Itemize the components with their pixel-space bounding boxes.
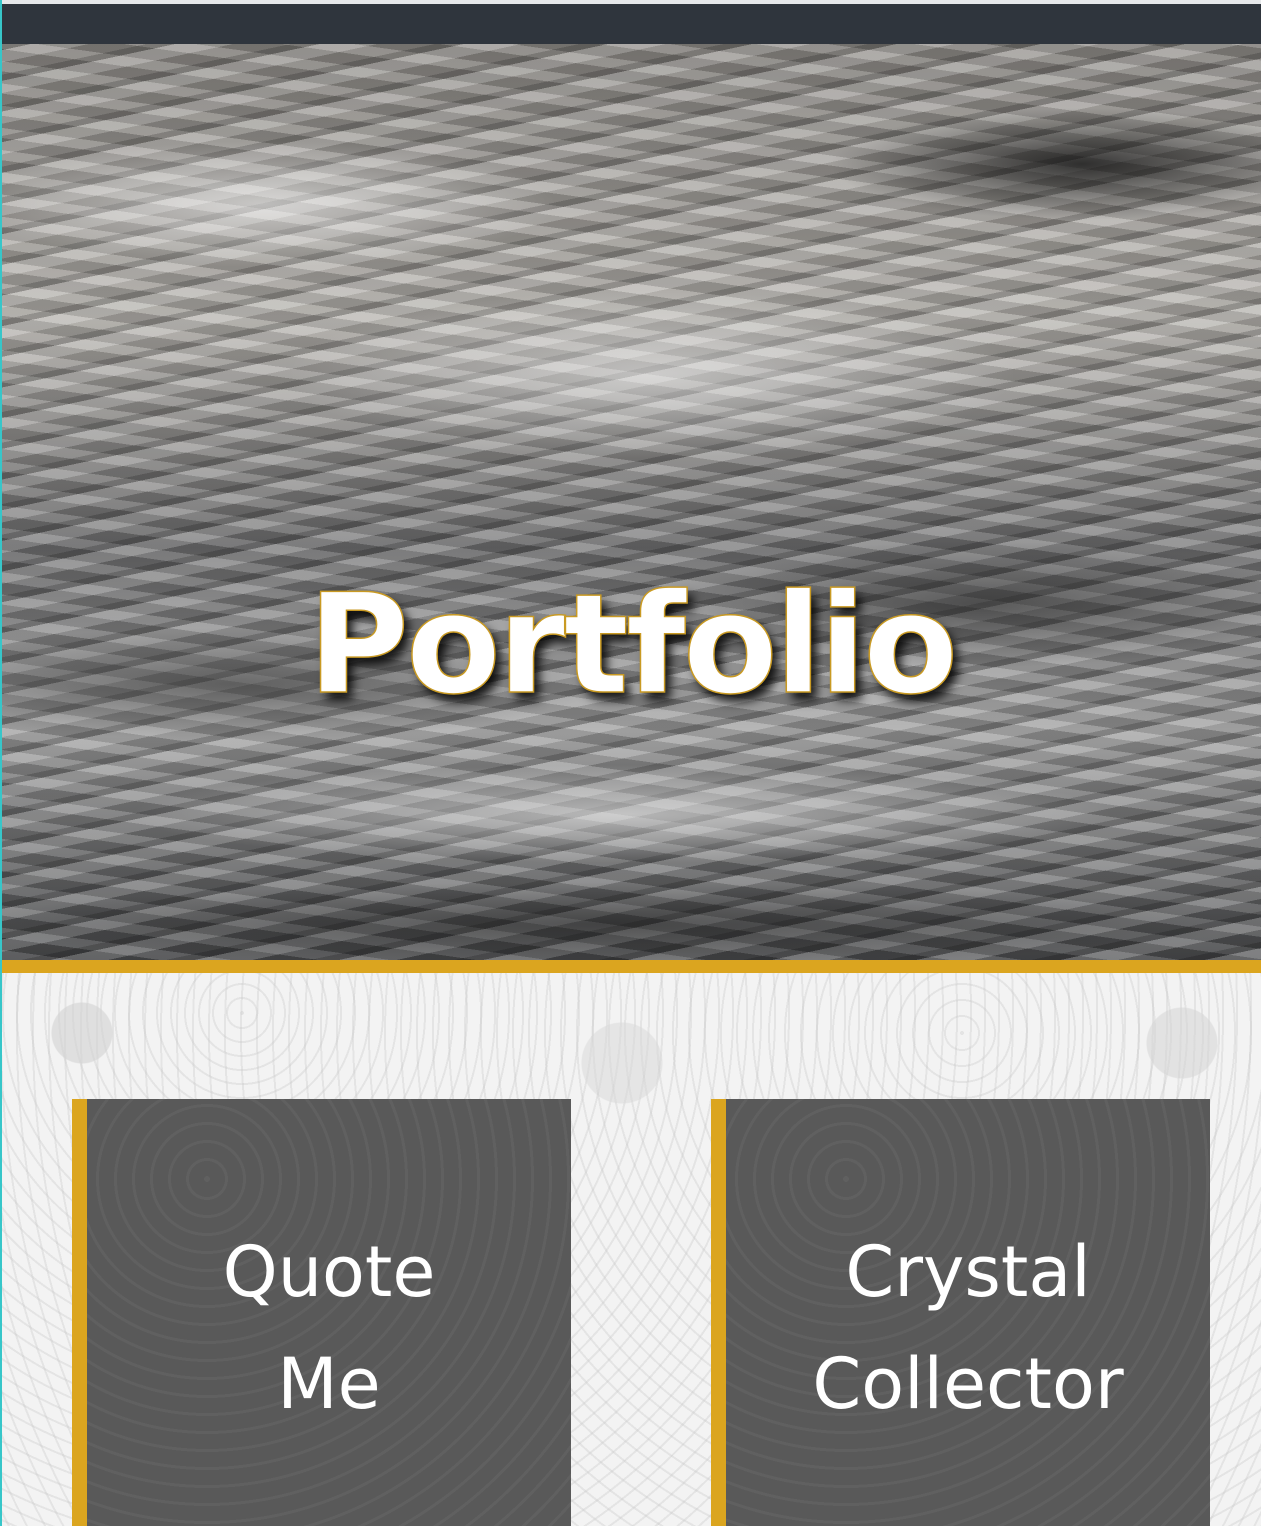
top-navigation-bar: [2, 0, 1261, 44]
card-title-line: Collector: [812, 1342, 1124, 1425]
card-title-line: Quote: [222, 1230, 436, 1313]
portfolio-card-title: Crystal Collector: [812, 1216, 1123, 1440]
card-title-line: Crystal: [845, 1230, 1091, 1313]
card-title-line: Me: [277, 1342, 381, 1425]
hero-banner: Portfolio: [2, 44, 1261, 960]
portfolio-card-crystal-collector[interactable]: Crystal Collector: [711, 1099, 1210, 1526]
portfolio-card-quote-me[interactable]: Quote Me: [72, 1099, 571, 1526]
portfolio-card-title: Quote Me: [223, 1216, 436, 1440]
page-title: Portfolio: [307, 563, 959, 726]
gold-divider: [2, 960, 1261, 973]
